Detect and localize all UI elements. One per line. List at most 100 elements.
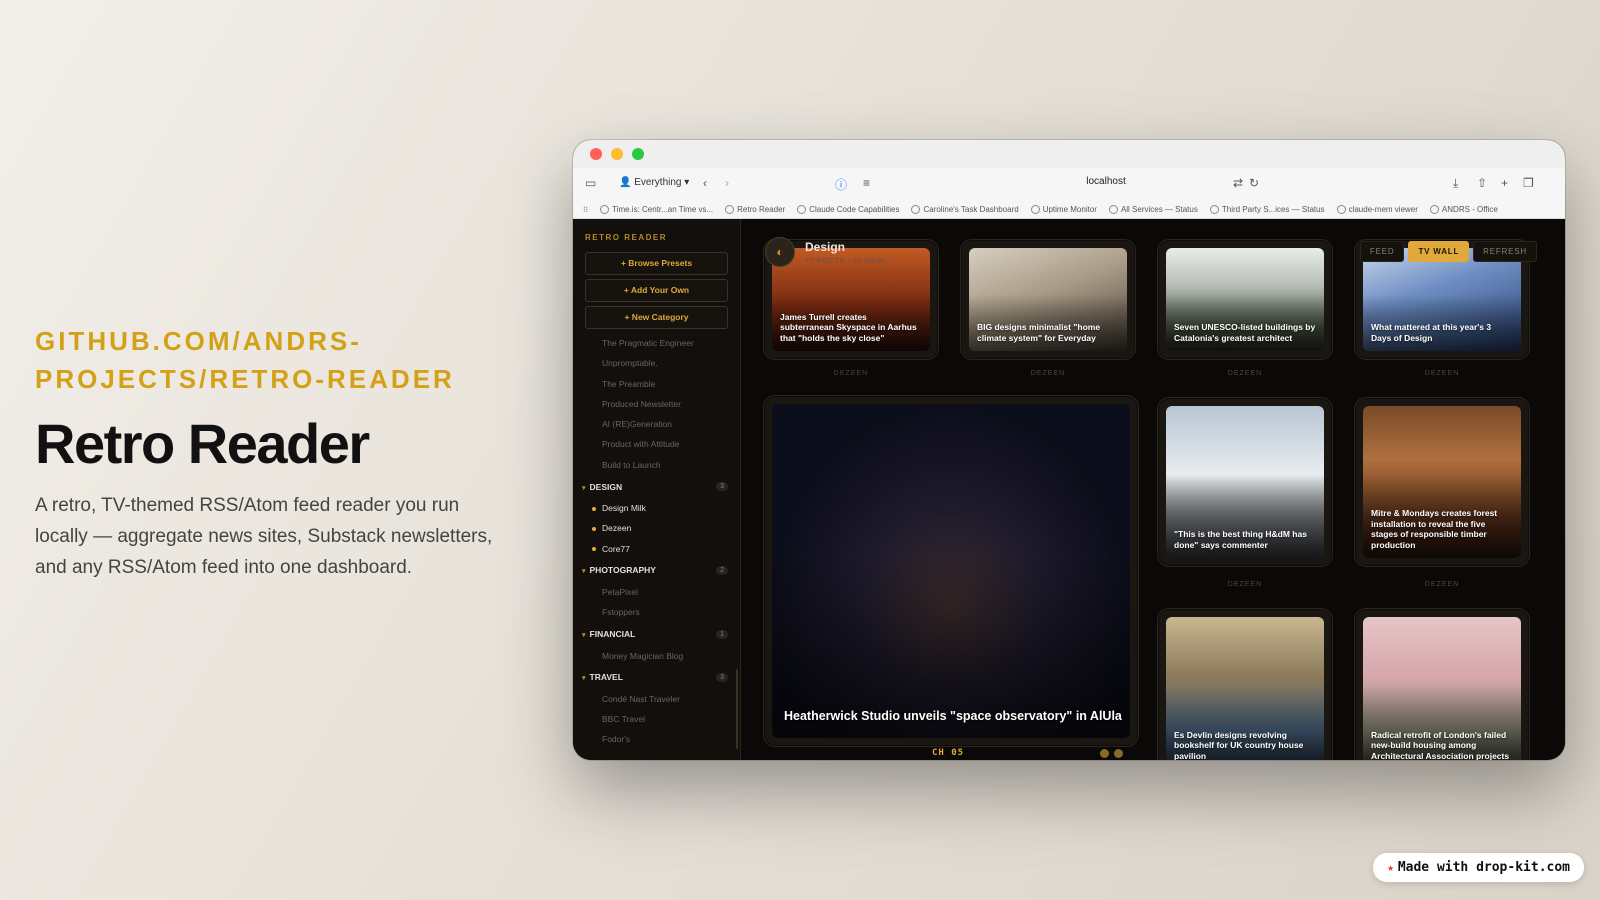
repo-link[interactable]: GITHUB.COM/ANDRS-PROJECTS/RETRO-READER — [35, 322, 515, 398]
feed-item[interactable]: BBC Travel — [573, 709, 740, 729]
bookmark-label: All Services — Status — [1120, 204, 1198, 214]
category-header[interactable]: ▾ FINANCIAL 1 — [573, 623, 740, 646]
chevron-down-icon: ▾ — [582, 568, 586, 576]
tile-screen: BIG designs minimalist "home climate sys… — [969, 248, 1127, 351]
feed-item[interactable]: The Pragmatic Engineer — [573, 333, 740, 353]
feed-item[interactable]: Build to Launch — [573, 455, 740, 475]
tile-caption: Es Devlin designs revolving bookshelf fo… — [1174, 729, 1304, 761]
reload-icon[interactable]: ↻ — [1249, 176, 1259, 190]
tv-wall-mode-button[interactable]: TV WALL — [1408, 241, 1470, 262]
tile-caption: "This is the best thing H&dM has done" s… — [1174, 529, 1307, 550]
close-window-button[interactable] — [590, 148, 602, 160]
bookmark-item[interactable]: ANDRS - Office — [1429, 204, 1498, 214]
tv-tile[interactable]: BIG designs minimalist "home climate sys… — [960, 239, 1136, 360]
extension-icon[interactable]: ⓘ — [835, 176, 847, 193]
badge-text: Made with drop-kit.com — [1397, 860, 1570, 875]
feed-item[interactable]: Core77 — [573, 539, 740, 559]
feed-item[interactable]: Fodor's — [573, 729, 740, 749]
tile-caption: James Turrell creates subterranean Skysp… — [780, 311, 917, 343]
tile-caption: What mattered at this year's 3 Days of D… — [1371, 322, 1492, 343]
new-category-button[interactable]: + New Category — [585, 306, 728, 329]
feed-item[interactable]: Produced Newsletter — [573, 394, 740, 414]
browser-toolbar: ▭ 👤 Everything ▾ ‹ › ⓘ ≡ localhost ⇄ ↻ ⤓… — [573, 168, 1565, 200]
globe-icon — [1108, 204, 1118, 214]
globe-icon — [600, 204, 610, 214]
feed-list: The Pragmatic Engineer Unpromptable. The P… — [573, 329, 740, 750]
feed-item[interactable]: Fstoppers — [573, 602, 740, 622]
feed-item[interactable]: AI (RE)Generation — [573, 414, 740, 434]
category-header[interactable]: ▾ PHOTOGRAPHY 2 — [573, 559, 740, 582]
tv-tile[interactable]: "This is the best thing H&dM has done" s… — [1157, 397, 1333, 567]
bookmark-item[interactable]: Claude Code Capabilities — [797, 204, 900, 214]
feed-item[interactable]: PetaPixel — [573, 582, 740, 602]
made-with-badge[interactable]: ★ Made with drop-kit.com — [1373, 853, 1584, 882]
tile-screen: "This is the best thing H&dM has done" s… — [1166, 406, 1324, 558]
sidebar-scrollbar[interactable] — [736, 669, 738, 749]
feed-item[interactable]: Condé Nast Traveler — [573, 689, 740, 709]
feed-item[interactable]: Design Milk — [573, 498, 740, 518]
tabs-overview-icon[interactable]: ❐ — [1523, 176, 1534, 190]
new-tab-icon[interactable]: + — [1501, 176, 1508, 190]
minimize-window-button[interactable] — [611, 148, 623, 160]
feed-item[interactable]: Unpromptable. — [573, 353, 740, 373]
category-count: 3 — [716, 482, 728, 492]
bookmark-label: Caroline's Task Dashboard — [923, 204, 1019, 214]
bookmark-item[interactable]: Retro Reader — [725, 204, 785, 214]
category-count: 3 — [716, 672, 728, 682]
feed-mode-button[interactable]: FEED — [1359, 241, 1405, 262]
forward-icon[interactable]: › — [725, 176, 729, 190]
globe-icon — [1429, 204, 1439, 214]
add-your-own-button[interactable]: + Add Your Own — [585, 279, 728, 302]
bookmark-item[interactable]: All Services — Status — [1108, 204, 1198, 214]
tile-screen: Seven UNESCO-listed buildings by Catalon… — [1166, 248, 1324, 351]
feed-item[interactable]: Money Magician Blog — [573, 646, 740, 666]
tile-screen: Es Devlin designs revolving bookshelf fo… — [1166, 617, 1324, 760]
tile-screen: Mitre & Mondays creates forest installat… — [1363, 406, 1521, 558]
tv-tile[interactable]: Es Devlin designs revolving bookshelf fo… — [1157, 608, 1333, 760]
category-header[interactable]: ▾ DESIGN 3 — [573, 475, 740, 498]
bookmark-label: Uptime Monitor — [1042, 204, 1097, 214]
feed-item[interactable]: The Preamble — [573, 374, 740, 394]
refresh-button[interactable]: REFRESH — [1473, 241, 1537, 262]
sidebar-toggle-icon[interactable]: ▭ — [585, 176, 596, 190]
tile-source: DEZEEN — [1227, 370, 1263, 377]
translate-icon[interactable]: ⇄ — [1233, 176, 1243, 190]
promo-title: Retro Reader — [35, 412, 370, 475]
profile-selector[interactable]: 👤 Everything ▾ — [613, 175, 695, 190]
zoom-window-button[interactable] — [632, 148, 644, 160]
featured-tv-tile[interactable]: Heatherwick Studio unveils "space observ… — [763, 395, 1139, 747]
chevron-down-icon: ▾ — [582, 632, 586, 640]
bookmark-label: Third Party S...ices — Status — [1221, 204, 1325, 214]
category-name: DESIGN — [589, 481, 623, 492]
reader-icon[interactable]: ≡ — [863, 176, 870, 190]
download-icon[interactable]: ⤓ — [1453, 176, 1458, 191]
bookmark-item[interactable]: claude-mem viewer — [1336, 204, 1418, 214]
tv-knob[interactable] — [1114, 749, 1123, 758]
feed-item[interactable]: Product with Attitude — [573, 434, 740, 454]
tile-source: DEZEEN — [1030, 370, 1066, 377]
category-header[interactable]: ▾ TRAVEL 3 — [573, 666, 740, 689]
tv-tile[interactable]: Radical retrofit of London's failed new-… — [1354, 608, 1530, 760]
app-area: RETRO READER + Browse Presets + Add Your… — [573, 219, 1565, 760]
tv-knob[interactable] — [1100, 749, 1109, 758]
address-bar[interactable]: localhost — [1031, 176, 1181, 187]
tv-wall: ◐ Design 77 POSTS · 75 NEW FEED TV WALL … — [741, 219, 1565, 760]
tile-source: DEZEEN — [1424, 370, 1460, 377]
bookmark-label: claude-mem viewer — [1348, 204, 1418, 214]
feed-item[interactable]: Dezeen — [573, 518, 740, 538]
back-icon[interactable]: ‹ — [703, 176, 707, 190]
bookmark-label: Claude Code Capabilities — [809, 204, 900, 214]
bookmarks-grid-icon[interactable]: ⁝⁝ — [583, 205, 588, 214]
bookmark-label: Time.is: Centr...an Time vs... — [612, 204, 714, 214]
tv-tile[interactable]: Mitre & Mondays creates forest installat… — [1354, 397, 1530, 567]
bookmark-item[interactable]: Caroline's Task Dashboard — [911, 204, 1019, 214]
browse-presets-button[interactable]: + Browse Presets — [585, 252, 728, 275]
bookmark-item[interactable]: Uptime Monitor — [1030, 204, 1097, 214]
bookmark-item[interactable]: Time.is: Centr...an Time vs... — [600, 204, 714, 214]
bookmark-item[interactable]: Third Party S...ices — Status — [1209, 204, 1325, 214]
title-bar — [573, 140, 1565, 168]
share-icon[interactable]: ⇧ — [1477, 176, 1487, 190]
tv-tile[interactable]: Seven UNESCO-listed buildings by Catalon… — [1157, 239, 1333, 360]
category-count: 2 — [716, 565, 728, 575]
category-name: PHOTOGRAPHY — [589, 565, 656, 576]
